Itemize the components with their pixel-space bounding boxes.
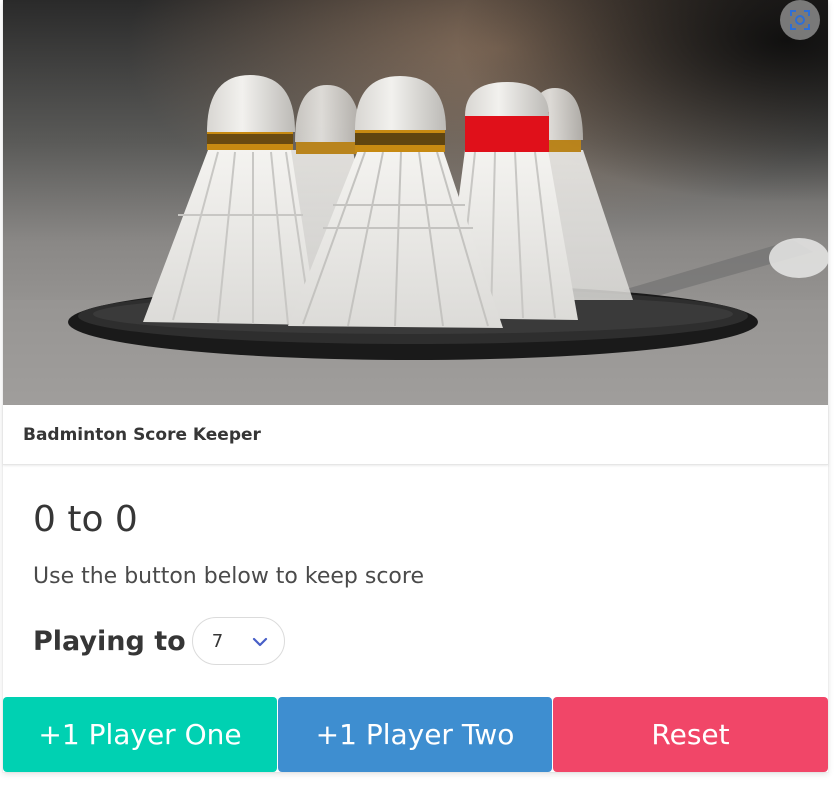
score-display: 0 to 0 — [33, 499, 138, 540]
playing-to-value: 7 — [211, 631, 224, 652]
score-keeper-card: Badminton Score Keeper 0 to 0 Use the bu… — [3, 0, 828, 772]
hint-text: Use the button below to keep score — [33, 564, 424, 589]
card-image — [3, 0, 828, 405]
card-header-title: Badminton Score Keeper — [23, 424, 261, 445]
visual-search-button[interactable] — [780, 0, 820, 40]
shuttlecocks-photo — [3, 0, 828, 405]
add-point-player-two-button[interactable]: +1 Player Two — [278, 697, 552, 772]
playing-to-label: Playing to — [33, 625, 186, 657]
card-content: 0 to 0 Use the button below to keep scor… — [3, 466, 828, 696]
playing-to-row: Playing to 7 — [33, 616, 285, 666]
playing-to-select[interactable]: 7 — [191, 617, 285, 665]
card-header: Badminton Score Keeper — [3, 405, 828, 465]
visual-search-icon — [790, 10, 810, 30]
reset-button[interactable]: Reset — [553, 697, 828, 772]
chevron-down-icon — [252, 637, 267, 647]
add-point-player-one-button[interactable]: +1 Player One — [3, 697, 277, 772]
card-footer: +1 Player One +1 Player Two Reset — [3, 697, 828, 772]
